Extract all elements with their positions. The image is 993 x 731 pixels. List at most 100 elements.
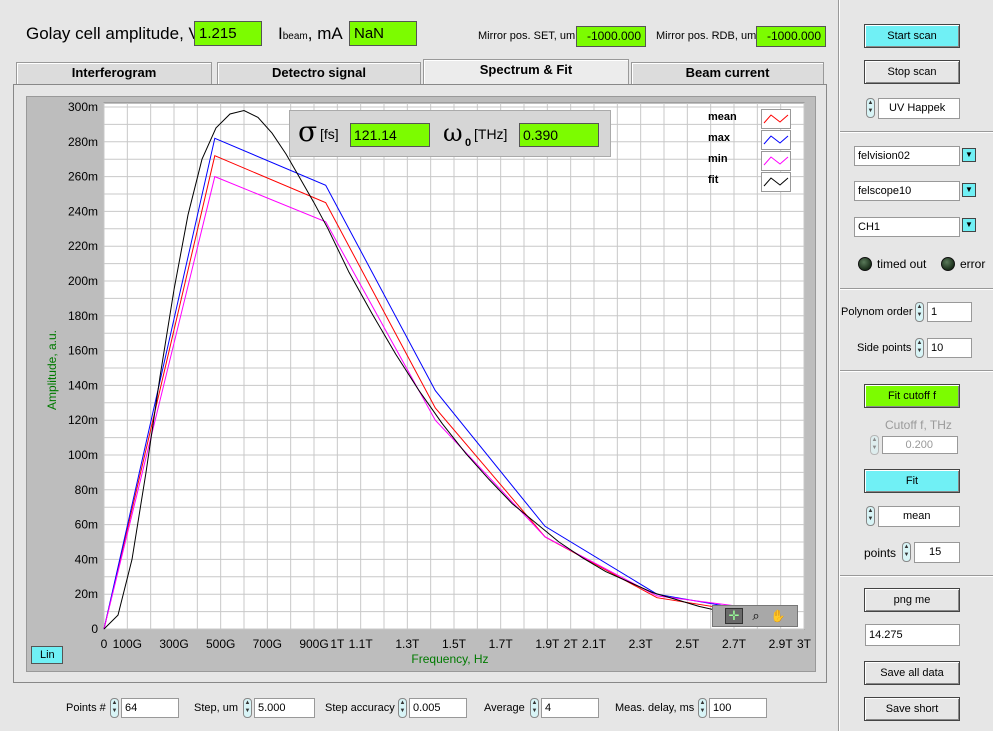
x-tick-label: 0	[101, 637, 108, 651]
save-all-data-button[interactable]: Save all data	[864, 661, 960, 685]
step-accuracy-label: Step accuracy	[325, 702, 395, 714]
legend-item-fit[interactable]: fit	[704, 171, 798, 192]
x-tick-label: 300G	[159, 637, 188, 651]
legend-item-min[interactable]: min	[704, 150, 798, 171]
channel-dropdown-arrow-icon[interactable]: ▼	[962, 218, 976, 232]
side-points-input[interactable]: 10	[927, 338, 972, 358]
omega-symbol: ω	[443, 119, 463, 147]
device-dropdown-2[interactable]: felscope10	[854, 181, 960, 201]
points-count-input[interactable]: 64	[121, 698, 179, 718]
y-tick-label: 220m	[68, 239, 98, 253]
legend-swatch-icon	[761, 109, 791, 129]
save-short-button[interactable]: Save short	[864, 697, 960, 721]
error-label: error	[960, 257, 986, 271]
x-tick-label: 1.9T	[535, 637, 560, 651]
average-label: Average	[484, 702, 525, 714]
y-tick-label: 300m	[68, 100, 98, 114]
x-tick-label: 100G	[113, 637, 142, 651]
cutoff-label: Cutoff f, THz	[885, 418, 952, 432]
timed-out-label: timed out	[877, 257, 927, 271]
source-ring-select[interactable]: UV Happek	[878, 98, 960, 119]
polynom-order-spinner[interactable]: ▲ ▼	[915, 302, 924, 322]
cutoff-input[interactable]: 0.200	[882, 436, 958, 454]
y-tick-label: 60m	[75, 518, 98, 532]
timed-out-led-icon	[858, 257, 872, 271]
x-tick-label: 2.9T	[769, 637, 794, 651]
fit-result-box: σ [fs] 121.14 ω 0 [THz] 0.390	[289, 110, 611, 157]
start-scan-button[interactable]: Start scan	[864, 24, 960, 48]
points-count-spinner[interactable]: ▲ ▼	[110, 698, 119, 718]
step-spinner[interactable]: ▲ ▼	[243, 698, 252, 718]
y-tick-label: 20m	[75, 587, 98, 601]
meas-delay-spinner[interactable]: ▲ ▼	[698, 698, 707, 718]
legend-item-max[interactable]: max	[704, 129, 798, 150]
average-input[interactable]: 4	[541, 698, 599, 718]
x-tick-label: 2.3T	[629, 637, 654, 651]
png-me-button[interactable]: png me	[864, 588, 960, 612]
step-accuracy-spinner[interactable]: ▲ ▼	[398, 698, 407, 718]
meas-delay-input[interactable]: 100	[709, 698, 767, 718]
spectrum-chart: 0 100G 300G 500G 700G 900G 1T 1.1T 1.3T 1.5T 1.7T 1…	[45, 100, 812, 666]
sigma-value: 121.14	[350, 123, 430, 147]
channel-dropdown[interactable]: CH1	[854, 217, 960, 237]
source-ring-spinner[interactable]: ▲ ▼	[866, 98, 875, 118]
x-tick-label: 1.5T	[442, 637, 467, 651]
step-accuracy-input[interactable]: 0.005	[409, 698, 467, 718]
y-tick-label: 280m	[68, 135, 98, 149]
x-tick-label: 1.1T	[349, 637, 374, 651]
error-led-icon	[941, 257, 955, 271]
x-tick-label: 2.1T	[582, 637, 607, 651]
y-tick-label: 200m	[68, 274, 98, 288]
png-value-display: 14.275	[865, 624, 960, 646]
legend-label: fit	[708, 174, 719, 186]
legend-label: min	[708, 153, 728, 165]
sigma-unit: [fs]	[320, 126, 339, 142]
separator	[840, 288, 993, 290]
side-points-spinner[interactable]: ▲ ▼	[915, 338, 924, 358]
zoom-tool-icon[interactable]: ⌕	[747, 608, 765, 624]
cursor-tool-icon[interactable]: ✛	[725, 608, 743, 624]
fit-button[interactable]: Fit	[864, 469, 960, 493]
separator	[840, 575, 993, 577]
device-dropdown-1[interactable]: felvision02	[854, 146, 960, 166]
omega-value: 0.390	[519, 123, 599, 147]
x-tick-label: 500G	[206, 637, 235, 651]
stop-scan-button[interactable]: Stop scan	[864, 60, 960, 84]
y-axis-label: Amplitude, a.u.	[45, 330, 59, 410]
step-label: Step, um	[194, 702, 239, 714]
legend-swatch-icon	[761, 151, 791, 171]
x-axis-label: Frequency, Hz	[411, 652, 488, 666]
x-tick-label: 1.7T	[489, 637, 514, 651]
legend-label: max	[708, 132, 731, 144]
fit-mode-spinner[interactable]: ▲ ▼	[866, 506, 875, 526]
chart-legend: mean max min fit	[704, 108, 798, 192]
y-tick-label: 140m	[68, 378, 98, 392]
sigma-symbol: σ	[298, 115, 318, 148]
y-tick-label: 240m	[68, 204, 98, 218]
separator	[840, 131, 993, 133]
legend-swatch-icon	[761, 130, 791, 150]
fit-cutoff-button[interactable]: Fit cutoff f	[864, 384, 960, 408]
x-tick-label: 1.3T	[395, 637, 420, 651]
omega-unit: [THz]	[474, 126, 508, 142]
cutoff-spinner[interactable]: ▲ ▼	[870, 435, 879, 455]
legend-label: mean	[708, 111, 737, 123]
graph-palette: ✛ ⌕ ✋	[712, 605, 798, 627]
average-spinner[interactable]: ▲ ▼	[530, 698, 539, 718]
dropdown-2-arrow-icon[interactable]: ▼	[962, 183, 976, 197]
x-tick-label: 2T	[564, 637, 579, 651]
x-tick-label: 900G	[299, 637, 328, 651]
points-input[interactable]: 15	[914, 542, 960, 563]
points-spinner[interactable]: ▲ ▼	[902, 542, 911, 562]
pan-tool-icon[interactable]: ✋	[769, 608, 787, 624]
y-tick-label: 0	[91, 622, 98, 636]
scale-lin-button[interactable]: Lin	[31, 646, 63, 664]
step-input[interactable]: 5.000	[254, 698, 315, 718]
separator	[840, 370, 993, 372]
points-label: points	[864, 546, 897, 560]
y-tick-label: 120m	[68, 413, 98, 427]
fit-mode-select[interactable]: mean	[878, 506, 960, 527]
polynom-order-input[interactable]: 1	[927, 302, 972, 322]
dropdown-1-arrow-icon[interactable]: ▼	[962, 148, 976, 162]
legend-item-mean[interactable]: mean	[704, 108, 798, 129]
